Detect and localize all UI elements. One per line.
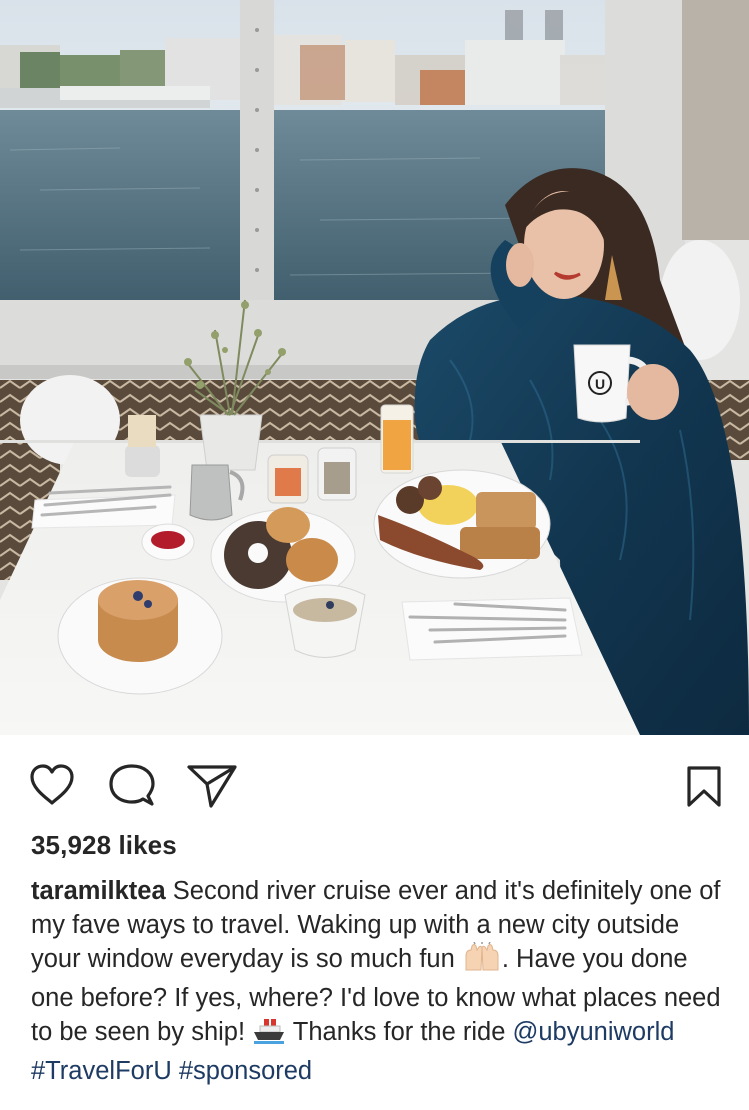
hashtag-link-sponsored[interactable]: #sponsored	[179, 1057, 312, 1085]
hashtag-link-travelforu[interactable]: #TravelForU	[31, 1057, 172, 1085]
bookmark-icon[interactable]	[686, 765, 722, 809]
ship-emoji	[252, 1017, 286, 1055]
mug-logo-letter: U	[595, 376, 605, 392]
raised-hands-emoji	[462, 942, 502, 982]
post-photo[interactable]: U	[0, 0, 749, 735]
post-caption: taramilktea Second river cruise ever and…	[31, 875, 731, 1088]
paper-plane-icon[interactable]	[186, 763, 238, 809]
mention-link[interactable]: @ubyuniworld	[512, 1018, 674, 1046]
heart-icon[interactable]	[28, 763, 76, 807]
caption-text-part3: Thanks for the ride	[286, 1017, 513, 1046]
caption-username[interactable]: taramilktea	[31, 877, 166, 905]
post-actions-bar	[0, 735, 749, 835]
comment-icon[interactable]	[108, 763, 156, 809]
likes-count[interactable]: 35,928 likes	[31, 830, 177, 861]
